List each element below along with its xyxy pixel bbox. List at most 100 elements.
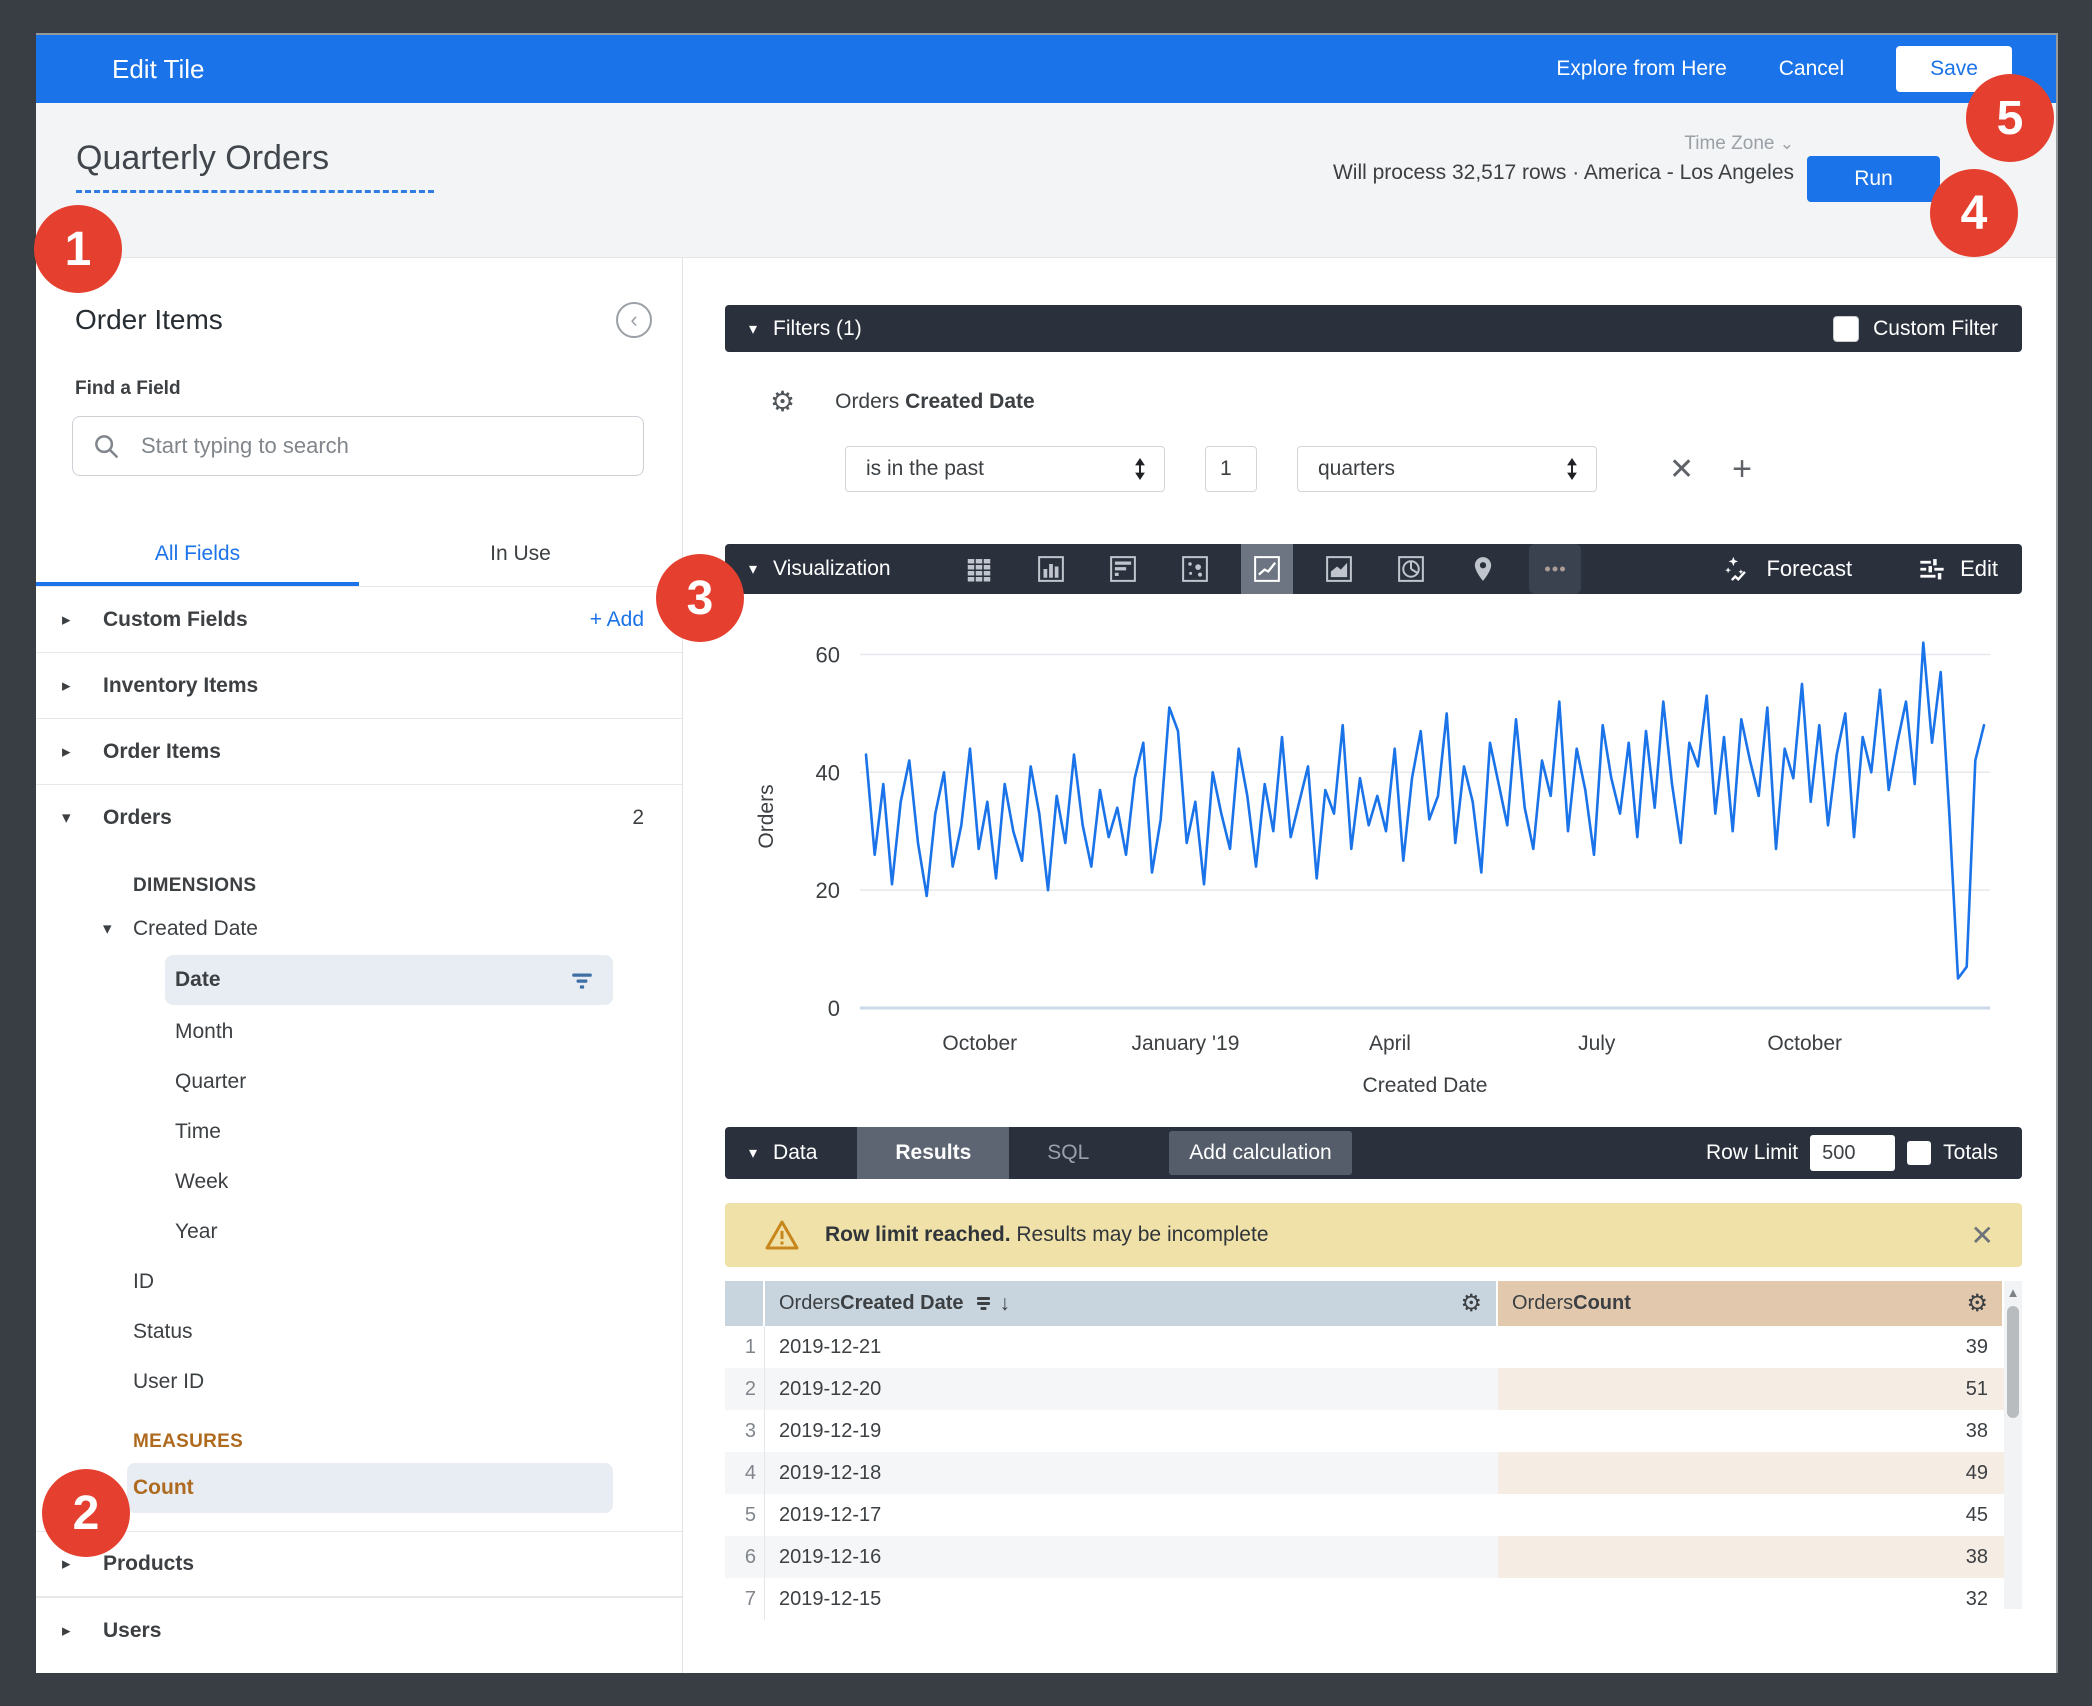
- step-badge-2: 2: [42, 1469, 130, 1557]
- explore-from-here-link[interactable]: Explore from Here: [1556, 57, 1726, 81]
- filter-gear-icon[interactable]: ⚙: [770, 388, 795, 416]
- sidebar-item-order-items[interactable]: ▸ Order Items: [36, 719, 682, 785]
- field-tabs: All Fields In Use: [36, 528, 682, 587]
- viz-area-chart-icon[interactable]: [1313, 544, 1365, 594]
- filters-section-bar[interactable]: ▾ Filters (1) Custom Filter: [725, 305, 2022, 352]
- sidebar-item-inventory-items[interactable]: ▸ Inventory Items: [36, 653, 682, 719]
- row-number-header: [725, 1281, 765, 1326]
- timezone-dropdown[interactable]: Time Zone ⌄: [1333, 133, 1794, 155]
- filter-condition-select[interactable]: is in the past: [845, 446, 1165, 492]
- svg-text:April: April: [1369, 1032, 1411, 1055]
- filter-amount-input[interactable]: [1205, 446, 1257, 492]
- custom-filter-label: Custom Filter: [1873, 317, 1998, 341]
- table-row[interactable]: 12019-12-2139: [725, 1326, 2004, 1368]
- sidebar-item-users[interactable]: ▸ Users: [36, 1597, 682, 1663]
- search-icon: [91, 431, 121, 461]
- close-warning-icon[interactable]: ✕: [1971, 1219, 1994, 1252]
- caret-down-icon: ▾: [749, 319, 757, 339]
- viz-map-icon[interactable]: [1457, 544, 1509, 594]
- viz-pie-chart-icon[interactable]: [1385, 544, 1437, 594]
- caret-right-icon: ▸: [62, 610, 103, 630]
- column-header-count[interactable]: Orders Count ⚙: [1498, 1281, 2004, 1326]
- chevron-left-icon: ‹: [630, 307, 637, 333]
- field-quarter[interactable]: Quarter: [36, 1057, 682, 1107]
- run-button[interactable]: Run: [1807, 156, 1940, 202]
- add-calculation-button[interactable]: Add calculation: [1169, 1131, 1351, 1175]
- svg-text:Orders: Orders: [755, 784, 778, 848]
- svg-text:October: October: [1767, 1032, 1842, 1055]
- viz-scatter-icon[interactable]: [1169, 544, 1221, 594]
- sort-desc-arrow-icon: ↓: [1000, 1292, 1011, 1316]
- field-month[interactable]: Month: [36, 1007, 682, 1057]
- caret-down-icon: ▾: [103, 919, 133, 939]
- viz-column-chart-icon[interactable]: [1025, 544, 1077, 594]
- field-group-created-date[interactable]: ▾ Created Date: [36, 905, 682, 953]
- scrollbar-thumb[interactable]: [2007, 1306, 2019, 1418]
- row-limit-input[interactable]: [1810, 1135, 1895, 1171]
- viz-table-icon[interactable]: [953, 544, 1005, 594]
- tab-all-fields[interactable]: All Fields: [36, 528, 359, 586]
- data-section-bar[interactable]: ▾ Data Results SQL Add calculation Row L…: [725, 1127, 2022, 1179]
- totals-checkbox[interactable]: [1907, 1141, 1931, 1165]
- tab-in-use[interactable]: In Use: [359, 528, 682, 586]
- step-badge-4: 4: [1930, 169, 2018, 257]
- svg-text:60: 60: [816, 642, 840, 667]
- field-search[interactable]: [72, 416, 644, 476]
- column-header-created-date[interactable]: Orders Created Date ↓ ⚙: [765, 1281, 1498, 1326]
- field-time[interactable]: Time: [36, 1107, 682, 1157]
- orders-line-chart: 0204060OctoberJanuary '19AprilJulyOctobe…: [725, 610, 2024, 1115]
- viz-line-chart-icon[interactable]: [1241, 544, 1293, 594]
- add-custom-field-button[interactable]: + Add: [590, 608, 644, 632]
- table-row[interactable]: 22019-12-2051: [725, 1368, 2004, 1410]
- field-status[interactable]: Status: [36, 1307, 682, 1357]
- caret-right-icon: ▸: [62, 676, 103, 696]
- field-count-selected[interactable]: Count: [127, 1463, 613, 1513]
- table-row[interactable]: 72019-12-1532: [725, 1578, 2004, 1620]
- search-input[interactable]: [141, 433, 625, 459]
- remove-filter-icon[interactable]: ✕: [1669, 452, 1694, 487]
- field-year[interactable]: Year: [36, 1207, 682, 1257]
- field-picker-sidebar: Order Items ‹ Find a Field All Fields In…: [36, 258, 683, 1673]
- field-id[interactable]: ID: [36, 1257, 682, 1307]
- field-user-id[interactable]: User ID: [36, 1357, 682, 1407]
- column-gear-icon[interactable]: ⚙: [1966, 1292, 1988, 1316]
- sidebar-item-orders[interactable]: ▾ Orders 2: [36, 785, 682, 851]
- collapse-sidebar-button[interactable]: ‹: [616, 302, 652, 338]
- dimensions-label: DIMENSIONS: [133, 867, 682, 905]
- column-gear-icon[interactable]: ⚙: [1460, 1292, 1482, 1316]
- sort-icon: [974, 1294, 994, 1314]
- table-scrollbar[interactable]: ▲: [2004, 1281, 2022, 1609]
- modal-title: Edit Tile: [112, 54, 205, 85]
- totals-label: Totals: [1943, 1141, 1998, 1165]
- caret-right-icon: ▸: [62, 1554, 103, 1574]
- svg-text:40: 40: [816, 760, 840, 785]
- table-row[interactable]: 32019-12-1938: [725, 1410, 2004, 1452]
- sidebar-item-products[interactable]: ▸ Products: [36, 1531, 682, 1597]
- custom-filter-checkbox[interactable]: [1833, 316, 1859, 342]
- viz-bar-chart-icon[interactable]: [1097, 544, 1149, 594]
- warning-text: Row limit reached. Results may be incomp…: [825, 1223, 1269, 1247]
- filter-icon[interactable]: [569, 967, 595, 993]
- field-week[interactable]: Week: [36, 1157, 682, 1207]
- filter-unit-select[interactable]: quarters: [1297, 446, 1597, 492]
- edit-viz-button[interactable]: Edit: [1918, 555, 1998, 583]
- visualization-section-bar[interactable]: ▾ Visualization: [725, 544, 2022, 594]
- sidebar-item-custom-fields[interactable]: ▸ Custom Fields + Add: [36, 587, 682, 653]
- field-date-selected[interactable]: Date: [165, 955, 613, 1005]
- table-row[interactable]: 62019-12-1638: [725, 1536, 2004, 1578]
- table-row[interactable]: 42019-12-1849: [725, 1452, 2004, 1494]
- viz-more-icon[interactable]: [1529, 544, 1581, 594]
- tab-results[interactable]: Results: [857, 1127, 1009, 1179]
- forecast-button[interactable]: Forecast: [1724, 555, 1852, 583]
- find-a-field-label: Find a Field: [75, 378, 682, 400]
- query-header: Quarterly Orders Time Zone ⌄ Will proces…: [36, 103, 2056, 258]
- add-filter-icon[interactable]: +: [1732, 452, 1752, 486]
- tile-title[interactable]: Quarterly Orders: [76, 139, 434, 193]
- tab-sql[interactable]: SQL: [1009, 1127, 1127, 1179]
- cancel-button[interactable]: Cancel: [1779, 57, 1844, 81]
- table-row[interactable]: 52019-12-1745: [725, 1494, 2004, 1536]
- measures-label: MEASURES: [133, 1423, 682, 1461]
- caret-down-icon: ▾: [62, 808, 103, 828]
- svg-text:January '19: January '19: [1131, 1032, 1239, 1055]
- explore-main: ▾ Filters (1) Custom Filter ⚙ Orders Cre…: [683, 258, 2056, 1673]
